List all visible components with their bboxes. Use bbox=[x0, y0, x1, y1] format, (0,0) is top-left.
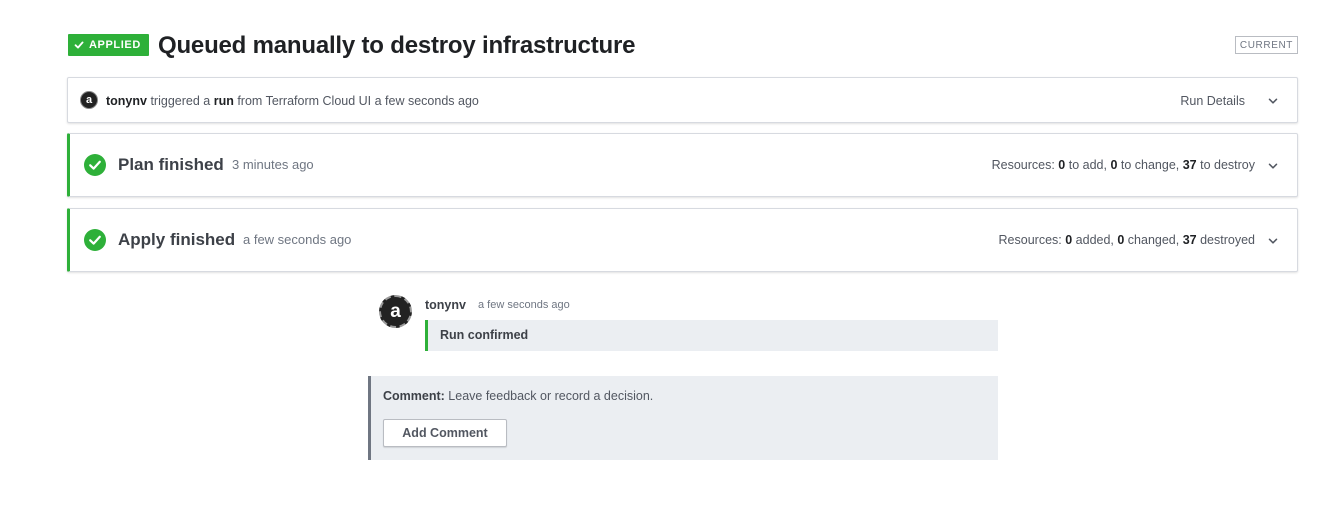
chevron-down-icon[interactable] bbox=[1267, 95, 1279, 107]
comment-label: Comment: bbox=[383, 389, 445, 403]
status-badge: APPLIED bbox=[68, 34, 149, 56]
chevron-down-icon[interactable] bbox=[1267, 235, 1279, 247]
add-comment-button[interactable]: Add Comment bbox=[383, 419, 507, 447]
event-message: Run confirmed bbox=[440, 328, 529, 342]
event-message-box: Run confirmed bbox=[425, 320, 998, 351]
check-circle-icon bbox=[84, 229, 106, 251]
apply-destroyed-count: 37 bbox=[1182, 233, 1197, 247]
chevron-down-icon[interactable] bbox=[1267, 160, 1279, 172]
plan-add-label: to add, bbox=[1065, 158, 1111, 172]
plan-resources-label: Resources: bbox=[991, 158, 1059, 172]
event-user[interactable]: tonynv bbox=[425, 297, 466, 313]
page-title: Queued manually to destroy infrastructur… bbox=[158, 32, 636, 59]
apply-time: a few seconds ago bbox=[243, 232, 352, 247]
run-trigger-card[interactable]: a tonynv triggered a run from Terraform … bbox=[67, 77, 1298, 123]
trigger-text-1: triggered a bbox=[146, 94, 214, 108]
plan-time: 3 minutes ago bbox=[232, 157, 314, 172]
run-header: APPLIED Queued manually to destroy infra… bbox=[68, 32, 1298, 60]
plan-title: Plan finished bbox=[118, 155, 224, 174]
comment-box: Comment: Leave feedback or record a deci… bbox=[368, 376, 998, 460]
apply-destroyed-label: destroyed bbox=[1196, 233, 1255, 247]
trigger-run-word: run bbox=[213, 94, 234, 108]
plan-change-label: to change, bbox=[1117, 158, 1183, 172]
comment-hint: Leave feedback or record a decision. bbox=[444, 389, 654, 403]
plan-destroy-label: to destroy bbox=[1196, 158, 1255, 172]
apply-added-label: added, bbox=[1072, 233, 1118, 247]
apply-resources-label: Resources: bbox=[998, 233, 1066, 247]
run-details-toggle[interactable]: Run Details bbox=[1180, 93, 1245, 109]
plan-card[interactable]: Plan finished 3 minutes ago Resources: 0… bbox=[67, 133, 1298, 197]
apply-changed-label: changed, bbox=[1124, 233, 1183, 247]
apply-title: Apply finished bbox=[118, 230, 236, 249]
trigger-text-2: from Terraform Cloud UI a few seconds ag… bbox=[233, 94, 479, 108]
current-badge: CURRENT bbox=[1234, 36, 1298, 54]
avatar: a bbox=[80, 91, 98, 109]
event-time: a few seconds ago bbox=[478, 299, 570, 311]
trigger-summary: tonynv triggered a run from Terraform Cl… bbox=[106, 93, 479, 109]
plan-resources-summary: Resources: 0 to add, 0 to change, 37 to … bbox=[992, 157, 1255, 173]
comment-prompt: Comment: Leave feedback or record a deci… bbox=[383, 389, 653, 404]
apply-resources-summary: Resources: 0 added, 0 changed, 37 destro… bbox=[999, 232, 1255, 248]
checkmark-icon bbox=[74, 41, 84, 49]
status-badge-label: APPLIED bbox=[89, 39, 141, 51]
check-circle-icon bbox=[84, 154, 106, 176]
plan-destroy-count: 37 bbox=[1182, 158, 1197, 172]
apply-card[interactable]: Apply finished a few seconds ago Resourc… bbox=[67, 208, 1298, 272]
trigger-user[interactable]: tonynv bbox=[106, 94, 147, 108]
avatar: a bbox=[379, 295, 412, 328]
